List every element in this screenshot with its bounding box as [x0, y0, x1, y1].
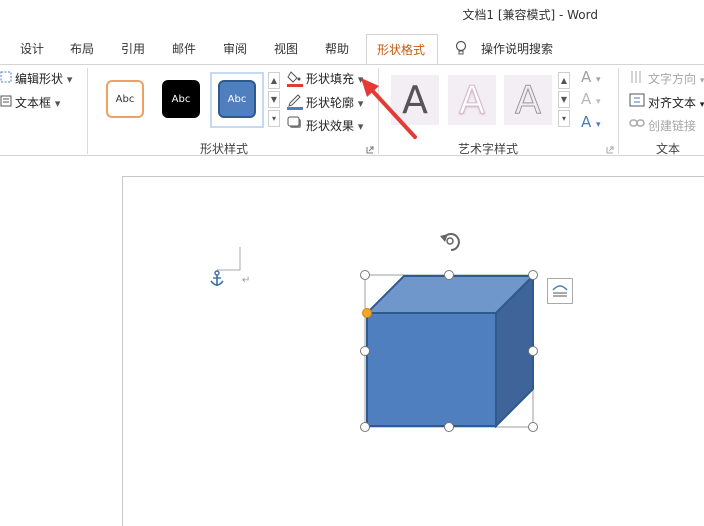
tab-shape-format[interactable]: 形状格式	[366, 34, 438, 66]
wordart-style-preset[interactable]: A	[504, 75, 552, 125]
wordart-letter: A	[515, 78, 542, 123]
shape-styles-group-label: 形状样式	[200, 142, 249, 156]
wordart-scroll-up-button[interactable]: ▲	[558, 72, 570, 89]
link-icon	[629, 119, 645, 127]
group-divider	[87, 68, 88, 154]
wordart-style-preset[interactable]: A	[448, 75, 496, 125]
dialog-launcher-icon[interactable]	[606, 146, 614, 154]
tab-design[interactable]: 设计	[20, 40, 44, 57]
tab-references[interactable]: 引用	[121, 40, 145, 57]
chevron-down-icon: ▾	[66, 73, 73, 86]
title-bar	[0, 0, 704, 32]
text-box-button[interactable]: 文本框 ▾	[15, 94, 60, 111]
cube-shape[interactable]	[352, 226, 592, 438]
gallery-scroll-down-button[interactable]: ▼	[268, 91, 280, 108]
paint-bucket-icon	[287, 71, 303, 87]
tab-view[interactable]: 视图	[274, 40, 298, 57]
dialog-launcher-icon[interactable]	[366, 146, 374, 154]
create-link-button[interactable]: 创建链接	[648, 117, 696, 134]
shape-style-preset[interactable]: Abc	[106, 80, 144, 118]
paragraph-mark-icon: ↵	[242, 275, 251, 286]
tab-mailings[interactable]: 邮件	[172, 40, 196, 57]
chevron-down-icon: ▾	[699, 76, 704, 86]
wordart-more-button[interactable]: ▾	[558, 110, 570, 127]
text-direction-icon	[631, 71, 641, 83]
tab-help[interactable]: 帮助	[325, 40, 349, 57]
wordart-styles-group-label: 艺术字样式	[458, 142, 519, 156]
tell-me-search[interactable]: 操作说明搜索	[481, 40, 553, 57]
shape-effects-icon	[287, 116, 301, 128]
page-edge	[122, 176, 704, 177]
ribbon-tab-row	[0, 32, 704, 64]
tab-layout[interactable]: 布局	[70, 40, 94, 57]
anchor-icon	[210, 270, 224, 286]
page-edge	[122, 176, 123, 526]
chevron-down-icon: ▾	[596, 120, 601, 130]
text-fill-button[interactable]: A ▾	[581, 68, 601, 86]
tab-shape-format-label: 形状格式	[377, 43, 426, 57]
align-text-icon	[629, 93, 645, 107]
chevron-down-icon: ▾	[699, 100, 704, 110]
gallery-more-button[interactable]: ▾	[268, 110, 280, 127]
window-title: 文档1 [兼容模式] - Word	[462, 8, 598, 22]
layout-options-icon[interactable]	[547, 278, 573, 304]
text-box-icon	[0, 95, 12, 107]
gallery-scroll-up-button[interactable]: ▲	[268, 72, 280, 89]
annotation-arrow-icon	[361, 78, 417, 139]
lightbulb-icon	[455, 40, 467, 55]
text-outline-button[interactable]: A ▾	[581, 90, 601, 108]
chevron-down-icon: ▾	[596, 75, 601, 85]
pen-outline-icon	[287, 94, 303, 110]
edit-shape-button[interactable]: 编辑形状 ▾	[15, 70, 72, 87]
text-effects-button[interactable]: A ▾	[581, 113, 601, 131]
rotate-handle-icon	[440, 233, 460, 251]
group-divider	[618, 68, 619, 154]
shape-style-preset[interactable]: Abc	[162, 80, 200, 118]
chevron-down-icon: ▾	[54, 97, 61, 110]
wordart-letter: A	[459, 78, 486, 123]
text-group-label: 文本	[656, 142, 681, 156]
shape-style-preset-selected[interactable]: Abc	[218, 80, 256, 118]
edit-shape-icon	[0, 71, 12, 83]
tab-review[interactable]: 审阅	[223, 40, 247, 57]
text-direction-button[interactable]: 文字方向 ▾	[648, 70, 704, 87]
chevron-down-icon: ▾	[596, 97, 601, 107]
wordart-scroll-down-button[interactable]: ▼	[558, 91, 570, 108]
align-text-button[interactable]: 对齐文本 ▾	[648, 94, 704, 111]
